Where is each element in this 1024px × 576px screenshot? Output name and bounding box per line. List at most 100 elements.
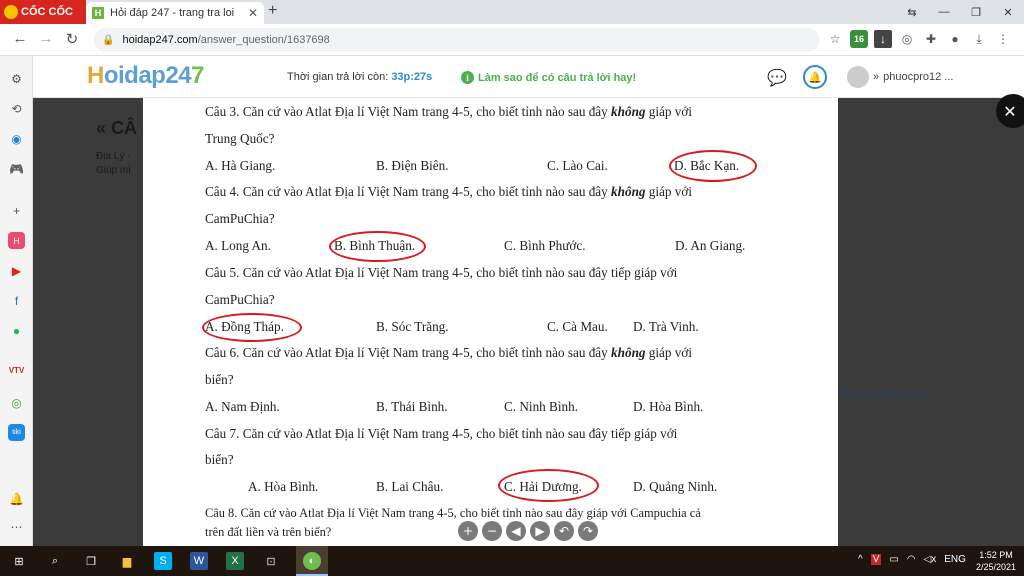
network-app-icon[interactable]: ⊡: [262, 552, 280, 570]
user-menu[interactable]: » phuocpro12 ...: [847, 66, 953, 88]
history-icon[interactable]: ⟲: [8, 100, 25, 117]
coccoc-extension-icon[interactable]: ◎: [898, 30, 916, 48]
line-segment: CamPuChia?: [205, 292, 275, 307]
coccoc-taskbar-icon[interactable]: ◐: [303, 552, 321, 570]
answer-option: A. Nam Định.: [205, 399, 280, 414]
avatar: [847, 66, 869, 88]
howto-link[interactable]: i Làm sao để có câu trả lời hay!: [461, 71, 636, 84]
window-close-icon[interactable]: ✕: [992, 0, 1024, 24]
answer-option: B. Lai Châu.: [376, 479, 444, 494]
line-segment: trên đất liền và trên biển?: [205, 525, 332, 539]
skype-icon[interactable]: S: [154, 552, 172, 570]
answer-timer: Thời gian trả lời còn: 33p:27s: [287, 71, 432, 83]
spotify-icon[interactable]: ●: [8, 322, 25, 339]
windows-taskbar: ⊞ ⌕ ❐ ▆ S W X ⊡ ◐ ^ V ▭ ◠ ◁x ENG 1:52 PM…: [0, 546, 1024, 576]
word-icon[interactable]: W: [190, 552, 208, 570]
hoidap-shortcut-icon[interactable]: H: [8, 232, 25, 249]
document-line: Câu 4. Căn cứ vào Atlat Địa lí Việt Nam …: [205, 184, 692, 200]
system-clock[interactable]: 1:52 PM 2/25/2021: [976, 549, 1016, 573]
tab-search-icon[interactable]: ⇆: [896, 0, 928, 24]
answer-option: C. Ninh Bình.: [504, 399, 579, 414]
document-line: biển?: [205, 452, 234, 468]
background-meta-line1: Địa Lý ·: [96, 151, 131, 162]
battery-icon[interactable]: ▭: [889, 554, 898, 565]
previous-icon[interactable]: ◀: [506, 521, 526, 541]
file-explorer-icon[interactable]: ▆: [118, 552, 136, 570]
messenger-icon[interactable]: ◉: [8, 130, 25, 147]
document-line: CamPuChia?: [205, 292, 275, 308]
line-segment: biển?: [205, 372, 234, 387]
extensions-puzzle-icon[interactable]: ✚: [922, 30, 940, 48]
next-icon[interactable]: ▶: [530, 521, 550, 541]
line-segment: Câu 5. Căn cứ vào Atlat Địa lí Việt Nam …: [205, 265, 678, 280]
url-path: /answer_question/1637698: [197, 34, 330, 46]
more-options-icon[interactable]: ⋯: [8, 518, 25, 535]
bookmark-star-icon[interactable]: ☆: [826, 30, 844, 48]
line-segment: Câu 6. Căn cứ vào Atlat Địa lí Việt Nam …: [205, 345, 612, 360]
emphasis-text: không: [611, 184, 646, 199]
image-viewer: Câu 3. Căn cứ vào Atlat Địa lí Việt Nam …: [143, 98, 838, 546]
search-icon[interactable]: ⌕: [46, 552, 64, 570]
emphasis-text: không: [611, 104, 646, 119]
extension-badge-icon[interactable]: 16: [850, 30, 868, 48]
excel-icon[interactable]: X: [226, 552, 244, 570]
answer-option: C. Bình Phước.: [504, 238, 586, 253]
settings-gear-icon[interactable]: ⚙: [8, 70, 25, 87]
browser-tab-active[interactable]: H Hỏi đáp 247 - trang tra loi ✕: [86, 2, 264, 24]
downloads-icon[interactable]: ⤓: [970, 30, 988, 48]
answer-circle: [669, 150, 757, 182]
map-pin-icon[interactable]: ◎: [8, 394, 25, 411]
tab-title: Hỏi đáp 247 - trang tra loi: [110, 7, 235, 19]
language-indicator[interactable]: ENG: [944, 554, 966, 565]
emphasis-text: không: [611, 345, 646, 360]
brand-label: CỐC CỐC: [21, 6, 73, 18]
document-line: trên đất liền và trên biển?: [205, 525, 331, 540]
restore-icon[interactable]: ❐: [960, 0, 992, 24]
facebook-icon[interactable]: f: [8, 292, 25, 309]
vtv-icon[interactable]: VTV: [8, 362, 25, 379]
coccoc-logo-icon: [4, 5, 18, 19]
answer-circle: [329, 231, 426, 262]
address-bar[interactable]: 🔒 hoidap247.com /answer_question/1637698: [94, 28, 820, 52]
add-sidebar-item-icon[interactable]: +: [8, 202, 25, 219]
games-icon[interactable]: 🎮: [8, 160, 25, 177]
line-segment: Trung Quốc?: [205, 131, 275, 146]
site-logo[interactable]: Hoidap247: [87, 62, 204, 90]
task-view-icon[interactable]: ❐: [82, 552, 100, 570]
document-line: Câu 6. Căn cứ vào Atlat Địa lí Việt Nam …: [205, 345, 692, 361]
browser-menu-icon[interactable]: ⋮: [994, 30, 1012, 48]
reload-icon[interactable]: ↻: [62, 30, 82, 48]
forward-arrow-icon[interactable]: →: [36, 30, 56, 47]
rotate-right-icon[interactable]: ↷: [578, 521, 598, 541]
volume-icon[interactable]: ◁x: [924, 554, 937, 565]
viewer-close-icon[interactable]: ✕: [996, 94, 1024, 128]
line-segment: biển?: [205, 452, 234, 467]
rotate-left-icon[interactable]: ↶: [554, 521, 574, 541]
document-line: biển?: [205, 372, 234, 388]
viewer-controls: + − ◀ ▶ ↶ ↷: [458, 521, 598, 541]
zoom-in-icon[interactable]: +: [458, 521, 478, 541]
username: phuocpro12 ...: [883, 71, 954, 83]
tray-app-icon[interactable]: V: [870, 554, 882, 565]
site-bell-icon[interactable]: 🔔: [803, 65, 827, 89]
tiki-icon[interactable]: tiki: [8, 424, 25, 441]
back-arrow-icon[interactable]: ←: [10, 30, 30, 47]
zoom-out-icon[interactable]: −: [482, 521, 502, 541]
coccoc-menu-button[interactable]: CỐC CỐC: [0, 0, 86, 24]
document-line: Câu 8. Căn cứ vào Atlat Địa lí Việt Nam …: [205, 506, 701, 521]
download-extension-icon[interactable]: ↓: [874, 30, 892, 48]
minimize-icon[interactable]: —: [928, 0, 960, 24]
tab-close-icon[interactable]: ✕: [248, 6, 258, 20]
wifi-icon[interactable]: ◠: [907, 554, 916, 565]
howto-label: Làm sao để có câu trả lời hay!: [478, 71, 637, 84]
line-segment: giáp với: [645, 345, 693, 360]
notification-bell-icon[interactable]: 🔔: [8, 490, 25, 507]
profile-icon[interactable]: ●: [946, 30, 964, 48]
document-line: Câu 3. Căn cứ vào Atlat Địa lí Việt Nam …: [205, 104, 692, 120]
document-line: Câu 7. Căn cứ vào Atlat Địa lí Việt Nam …: [205, 426, 677, 442]
new-tab-icon[interactable]: +: [268, 2, 277, 20]
windows-start-icon[interactable]: ⊞: [10, 552, 28, 570]
youtube-icon[interactable]: ▶: [8, 262, 25, 279]
chat-icon[interactable]: 💬: [767, 68, 787, 88]
chevron-up-icon[interactable]: ^: [858, 554, 863, 565]
